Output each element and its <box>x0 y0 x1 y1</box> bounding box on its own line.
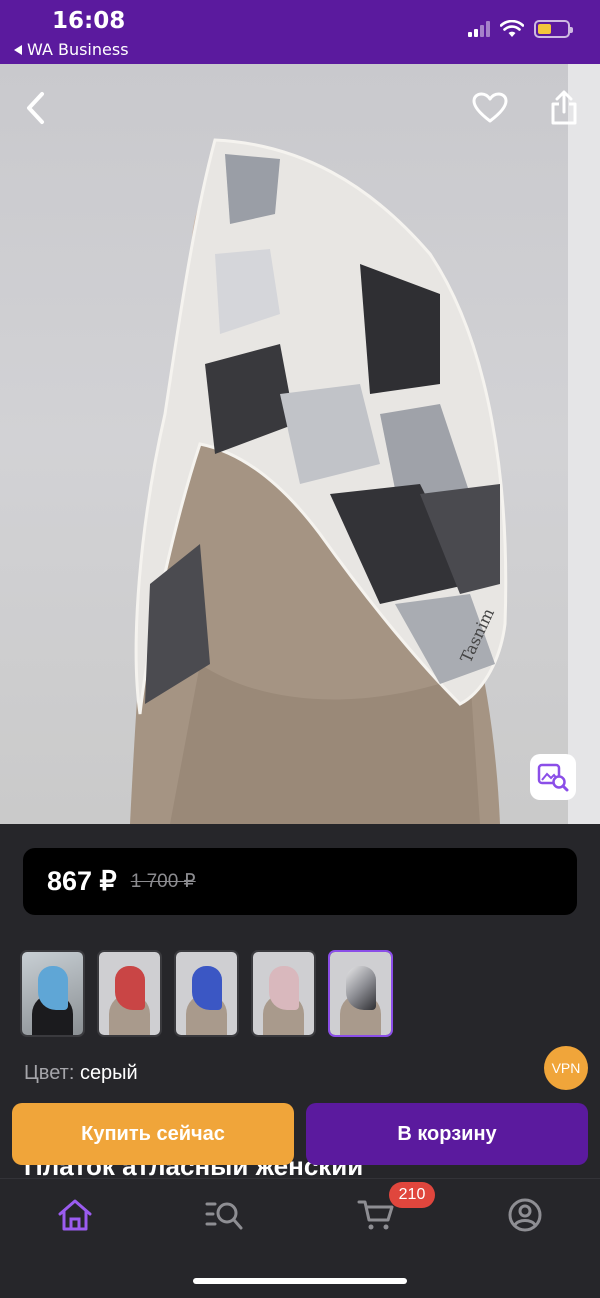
color-row: Цвет: серый <box>24 1062 138 1085</box>
tab-catalog[interactable] <box>205 1195 245 1235</box>
vpn-badge[interactable]: VPN <box>544 1046 588 1090</box>
back-button[interactable] <box>16 88 56 128</box>
variant-thumb-pink[interactable] <box>251 950 316 1037</box>
add-to-cart-button[interactable]: В корзину <box>306 1103 588 1165</box>
product-photo[interactable]: Tasnim <box>0 64 600 824</box>
catalog-search-icon <box>205 1202 243 1230</box>
price-old: 1 700 ₽ <box>130 871 196 892</box>
variant-thumb-red[interactable] <box>97 950 162 1037</box>
image-search-icon <box>537 763 569 792</box>
battery-icon <box>534 20 573 38</box>
price-box: 867 ₽ 1 700 ₽ <box>23 848 577 915</box>
variant-thumb-grey[interactable] <box>328 950 393 1037</box>
wifi-icon <box>500 20 524 37</box>
image-search-button[interactable] <box>530 754 576 800</box>
product-image: Tasnim <box>130 138 508 824</box>
home-indicator[interactable] <box>193 1278 407 1284</box>
status-time: 16:08 <box>52 8 126 34</box>
tab-home[interactable] <box>55 1195 95 1235</box>
buy-now-button[interactable]: Купить сейчас <box>12 1103 294 1165</box>
status-bar: 16:08 WA Business <box>0 0 600 64</box>
home-icon <box>58 1199 92 1231</box>
favorite-button[interactable] <box>470 88 510 128</box>
cart-count-badge: 210 <box>389 1182 435 1208</box>
color-value: серый <box>79 1062 138 1084</box>
back-triangle-icon <box>14 44 22 55</box>
share-button[interactable] <box>544 88 584 128</box>
cellular-signal-icon <box>468 21 490 37</box>
back-to-app-link[interactable]: WA Business <box>14 40 129 59</box>
chevron-left-icon <box>27 92 44 124</box>
profile-icon <box>508 1198 542 1232</box>
price-current: 867 ₽ <box>47 866 117 896</box>
variant-thumbnails <box>20 950 393 1037</box>
variant-thumb-blue-print[interactable] <box>20 950 85 1037</box>
tab-profile[interactable] <box>505 1195 545 1235</box>
share-icon <box>551 90 577 125</box>
variant-thumb-blue[interactable] <box>174 950 239 1037</box>
cart-icon <box>357 1200 394 1230</box>
back-app-label: WA Business <box>27 40 129 59</box>
next-photo-peek <box>568 64 600 824</box>
color-label: Цвет: <box>24 1062 75 1084</box>
heart-icon <box>472 92 508 123</box>
status-icons <box>468 20 573 38</box>
